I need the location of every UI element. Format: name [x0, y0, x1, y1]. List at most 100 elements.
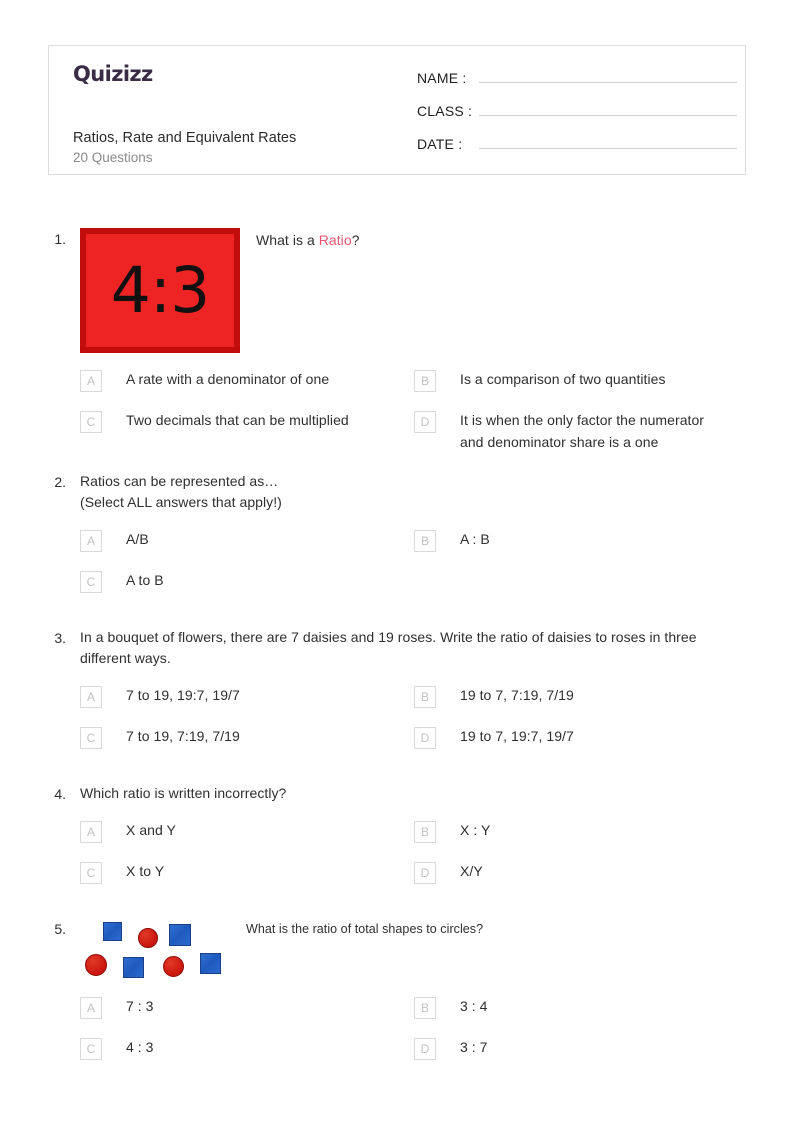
option-text: 7 to 19, 19:7, 19/7: [126, 687, 240, 704]
option-letter: C: [80, 571, 102, 594]
option-text: 3 : 4: [460, 998, 488, 1015]
option-text: 7 : 3: [126, 998, 154, 1015]
question-text: Which ratio is written incorrectly?: [80, 785, 287, 802]
date-input-line[interactable]: [479, 132, 737, 149]
option-text: Is a comparison of two quantities: [460, 371, 666, 387]
question-text-part1: What is a: [256, 232, 319, 248]
option-c[interactable]: C A to B: [80, 568, 414, 609]
blue-square-icon: [200, 953, 221, 975]
option-c[interactable]: C 4 : 3: [80, 1035, 414, 1076]
date-label: DATE :: [417, 136, 463, 152]
option-text: X/Y: [460, 863, 483, 880]
option-b[interactable]: B 3 : 4: [414, 994, 748, 1035]
option-d[interactable]: D 19 to 7, 19:7, 19/7: [414, 724, 748, 765]
option-b[interactable]: B A : B: [414, 527, 748, 568]
question-3: 3. In a bouquet of flowers, there are 7 …: [48, 627, 748, 765]
option-letter: B: [414, 821, 436, 844]
option-letter: D: [414, 1038, 436, 1061]
question-text-line1: Ratios can be represented as…: [80, 473, 279, 490]
options-grid: A X and Y B X : Y C X to Y D X/Y: [80, 818, 748, 900]
question-image-ratio-card: 4:3: [80, 228, 240, 353]
date-field-row: DATE :: [417, 132, 737, 165]
page-title: Ratios, Rate and Equivalent Rates: [73, 130, 297, 146]
option-text: X to Y: [126, 863, 165, 880]
ratio-value-text: 4:3: [80, 228, 240, 353]
question-5: 5. What is the ratio of total shapes to …: [48, 918, 748, 1076]
question-image-shapes: [80, 918, 230, 981]
worksheet-header: Quizizz Ratios, Rate and Equivalent Rate…: [48, 45, 746, 175]
red-circle-icon: [138, 928, 158, 949]
option-text: 19 to 7, 19:7, 19/7: [460, 728, 574, 745]
question-text-part2: ?: [351, 232, 360, 248]
option-letter: C: [80, 862, 102, 885]
option-letter: A: [80, 530, 102, 553]
question-text-line2: (Select ALL answers that apply!): [80, 494, 282, 511]
option-c[interactable]: C 7 to 19, 7:19, 7/19: [80, 724, 414, 765]
question-text: What is the ratio of total shapes to cir…: [246, 922, 484, 937]
option-letter: A: [80, 686, 102, 709]
question-number: 1.: [54, 231, 66, 247]
options-grid: A 7 : 3 B 3 : 4 C 4 : 3 D 3: 7: [80, 994, 748, 1076]
blue-square-icon: [169, 924, 191, 947]
name-field-row: NAME :: [417, 66, 737, 99]
option-text: A rate with a denominator of one: [126, 371, 330, 387]
options-grid: A A/B B A : B C A to B: [80, 527, 748, 609]
question-text: What is a Ratio?: [256, 230, 748, 251]
questions-list: 1. 4:3 What is a Ratio? A A rate with a …: [48, 228, 748, 1076]
option-letter: D: [414, 862, 436, 885]
question-text: In a bouquet of flowers, there are 7 dai…: [80, 629, 697, 667]
name-input-line[interactable]: [479, 66, 737, 83]
option-c[interactable]: C X to Y: [80, 859, 414, 900]
option-a[interactable]: A 7 : 3: [80, 994, 414, 1035]
question-number: 5.: [54, 921, 66, 938]
question-number: 4.: [54, 786, 66, 803]
option-letter: B: [414, 686, 436, 709]
question-text-highlight: Ratio: [318, 232, 352, 248]
option-a[interactable]: A A rate with a denominator of one: [80, 367, 414, 408]
name-label: NAME :: [417, 70, 467, 86]
red-circle-icon: [85, 954, 107, 977]
option-letter: A: [80, 370, 102, 392]
option-d[interactable]: D X/Y: [414, 859, 748, 900]
class-label: CLASS :: [417, 103, 473, 119]
options-grid: A 7 to 19, 19:7, 19/7 B 19 to 7, 7:19, 7…: [80, 683, 748, 765]
option-text: X : Y: [460, 822, 491, 839]
question-number: 2.: [54, 474, 66, 491]
option-b[interactable]: B 19 to 7, 7:19, 7/19: [414, 683, 748, 724]
option-a[interactable]: A X and Y: [80, 818, 414, 859]
option-letter: A: [80, 821, 102, 844]
option-text: 19 to 7, 7:19, 7/19: [460, 687, 574, 704]
option-text: 7 to 19, 7:19, 7/19: [126, 728, 240, 745]
red-circle-icon: [163, 956, 184, 978]
options-grid: A A rate with a denominator of one B Is …: [80, 367, 748, 453]
worksheet-page: Quizizz Ratios, Rate and Equivalent Rate…: [0, 0, 794, 1123]
option-a[interactable]: A 7 to 19, 19:7, 19/7: [80, 683, 414, 724]
question-1: 1. 4:3 What is a Ratio? A A rate with a …: [48, 228, 748, 453]
option-c[interactable]: C Two decimals that can be multiplied: [80, 408, 414, 453]
option-text: 3 : 7: [460, 1039, 488, 1056]
question-number: 3.: [54, 630, 66, 647]
question-count: 20 Questions: [73, 150, 153, 166]
option-b[interactable]: B X : Y: [414, 818, 748, 859]
option-d[interactable]: D It is when the only factor the numerat…: [414, 408, 748, 453]
class-input-line[interactable]: [479, 99, 737, 116]
question-4: 4. Which ratio is written incorrectly? A…: [48, 783, 748, 900]
option-letter: C: [80, 727, 102, 750]
option-letter: C: [80, 411, 102, 433]
option-letter: B: [414, 997, 436, 1020]
option-text: 4 : 3: [126, 1039, 154, 1056]
quizizz-logo: Quizizz: [73, 62, 153, 86]
student-info-fields: NAME : CLASS : DATE :: [417, 66, 737, 165]
option-text: It is when the only factor the numerator…: [460, 412, 705, 450]
option-letter: D: [414, 411, 436, 433]
option-a[interactable]: A A/B: [80, 527, 414, 568]
blue-square-icon: [103, 922, 122, 942]
shapes-diagram: [80, 918, 230, 981]
option-text: A/B: [126, 531, 149, 548]
option-b[interactable]: B Is a comparison of two quantities: [414, 367, 748, 408]
option-d[interactable]: D 3 : 7: [414, 1035, 748, 1076]
option-letter: C: [80, 1038, 102, 1061]
